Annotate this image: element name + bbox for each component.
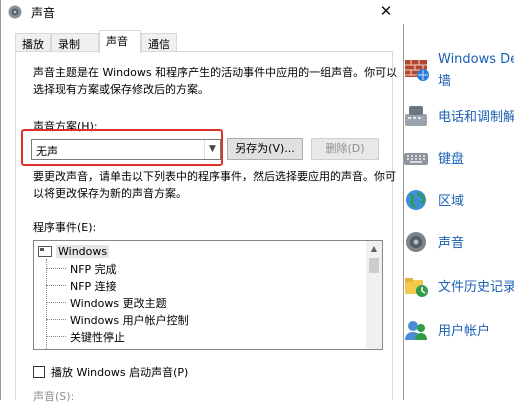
tab-communications[interactable]: 通信	[141, 33, 177, 52]
cp-item-file-history[interactable]: 文件历史记录	[400, 268, 514, 304]
list-item[interactable]: Windows 用户帐户控制	[70, 312, 189, 328]
region-globe-icon	[406, 190, 426, 210]
speaker-icon	[8, 5, 22, 19]
delete-button[interactable]: 删除(D)	[311, 138, 379, 160]
tree-tick	[46, 285, 66, 286]
window-icon	[38, 245, 52, 257]
speaker-icon	[406, 232, 426, 252]
close-button[interactable]: ✕	[368, 0, 404, 24]
tree-tick	[46, 336, 66, 337]
list-item[interactable]: 关键性停止	[70, 329, 125, 345]
cp-item-phone-modem[interactable]: 电话和调制解	[400, 98, 514, 134]
list-item[interactable]: Windows 更改主题	[70, 295, 167, 311]
phone-modem-icon	[405, 106, 427, 126]
sound-field-label: 声音(S):	[33, 390, 75, 403]
cp-item-sound[interactable]: 声音	[400, 224, 514, 260]
list-item-root[interactable]: Windows	[38, 243, 110, 259]
list-item[interactable]: NFP 连接	[70, 278, 117, 294]
startup-sound-label: 播放 Windows 启动声音(P)	[51, 366, 189, 379]
cp-item-region[interactable]: 区域	[400, 182, 514, 218]
startup-sound-option[interactable]: 播放 Windows 启动声音(P)	[33, 364, 188, 380]
tree-tick	[46, 268, 66, 269]
user-accounts-icon	[405, 321, 427, 340]
save-as-button[interactable]: 另存为(V)...	[227, 138, 303, 160]
startup-sound-checkbox[interactable]	[33, 366, 45, 378]
sound-scheme-value: 无声	[36, 145, 58, 158]
vertical-scrollbar[interactable]: ▲	[366, 241, 382, 349]
instructions-line-2: 以将更改保存为新的声音方案。	[33, 187, 187, 200]
cp-label: 用户帐户	[438, 324, 491, 339]
firewall-icon	[405, 60, 429, 81]
tab-sounds[interactable]: 声音	[99, 30, 141, 53]
cp-label: 电话和调制解	[438, 110, 514, 125]
root-label: Windows	[56, 244, 110, 258]
cp-label: 文件历史记录	[438, 280, 514, 295]
cp-item-keyboard[interactable]: 键盘	[400, 140, 514, 176]
cp-item-user-accounts[interactable]: 用户帐户	[400, 312, 514, 348]
tree-tick	[46, 302, 66, 303]
description-line-1: 声音主题是在 Windows 和程序产生的活动事件中应用的一组声音。你可以	[33, 66, 398, 79]
control-panel-background: Windows De 墙 电话和调制解 键盘 区域 声音 文件历史记录 用户帐户	[400, 0, 514, 400]
list-item[interactable]: NFP 完成	[70, 261, 117, 277]
description-line-2: 选择现有方案或保存修改后的方案。	[33, 83, 209, 96]
instructions-line-1: 要更改声音，请单击以下列表中的程序事件，然后选择要应用的声音。你可	[33, 170, 396, 183]
cp-label: 键盘	[438, 152, 465, 167]
scroll-up-icon[interactable]: ▲	[366, 241, 382, 257]
sound-dialog: 声音 ✕ 播放 录制 声音 通信 声音主题是在 Windows 和程序产生的活动…	[0, 0, 404, 403]
window-title: 声音	[31, 6, 56, 20]
title-bar[interactable]: 声音 ✕	[1, 0, 404, 24]
chevron-down-icon: ▼	[204, 140, 220, 159]
cp-label: 区域	[438, 194, 465, 209]
cp-label: 声音	[438, 236, 465, 251]
cp-label: Windows De	[438, 52, 514, 67]
cp-label-2: 墙	[438, 74, 452, 89]
file-history-icon	[405, 278, 428, 297]
keyboard-icon	[404, 153, 428, 165]
tab-recording[interactable]: 录制	[51, 33, 99, 52]
tab-playback[interactable]: 播放	[15, 33, 51, 52]
program-events-list[interactable]: Windows NFP 完成 NFP 连接 Windows 更改主题 Windo…	[33, 240, 383, 350]
cp-item-firewall[interactable]: Windows De 墙	[400, 50, 514, 89]
program-events-label: 程序事件(E):	[33, 221, 97, 234]
close-icon: ✕	[379, 2, 393, 20]
tree-tick	[46, 319, 66, 320]
scrollbar-thumb[interactable]	[369, 258, 379, 273]
sound-scheme-select[interactable]: 无声 ▼	[31, 139, 221, 160]
